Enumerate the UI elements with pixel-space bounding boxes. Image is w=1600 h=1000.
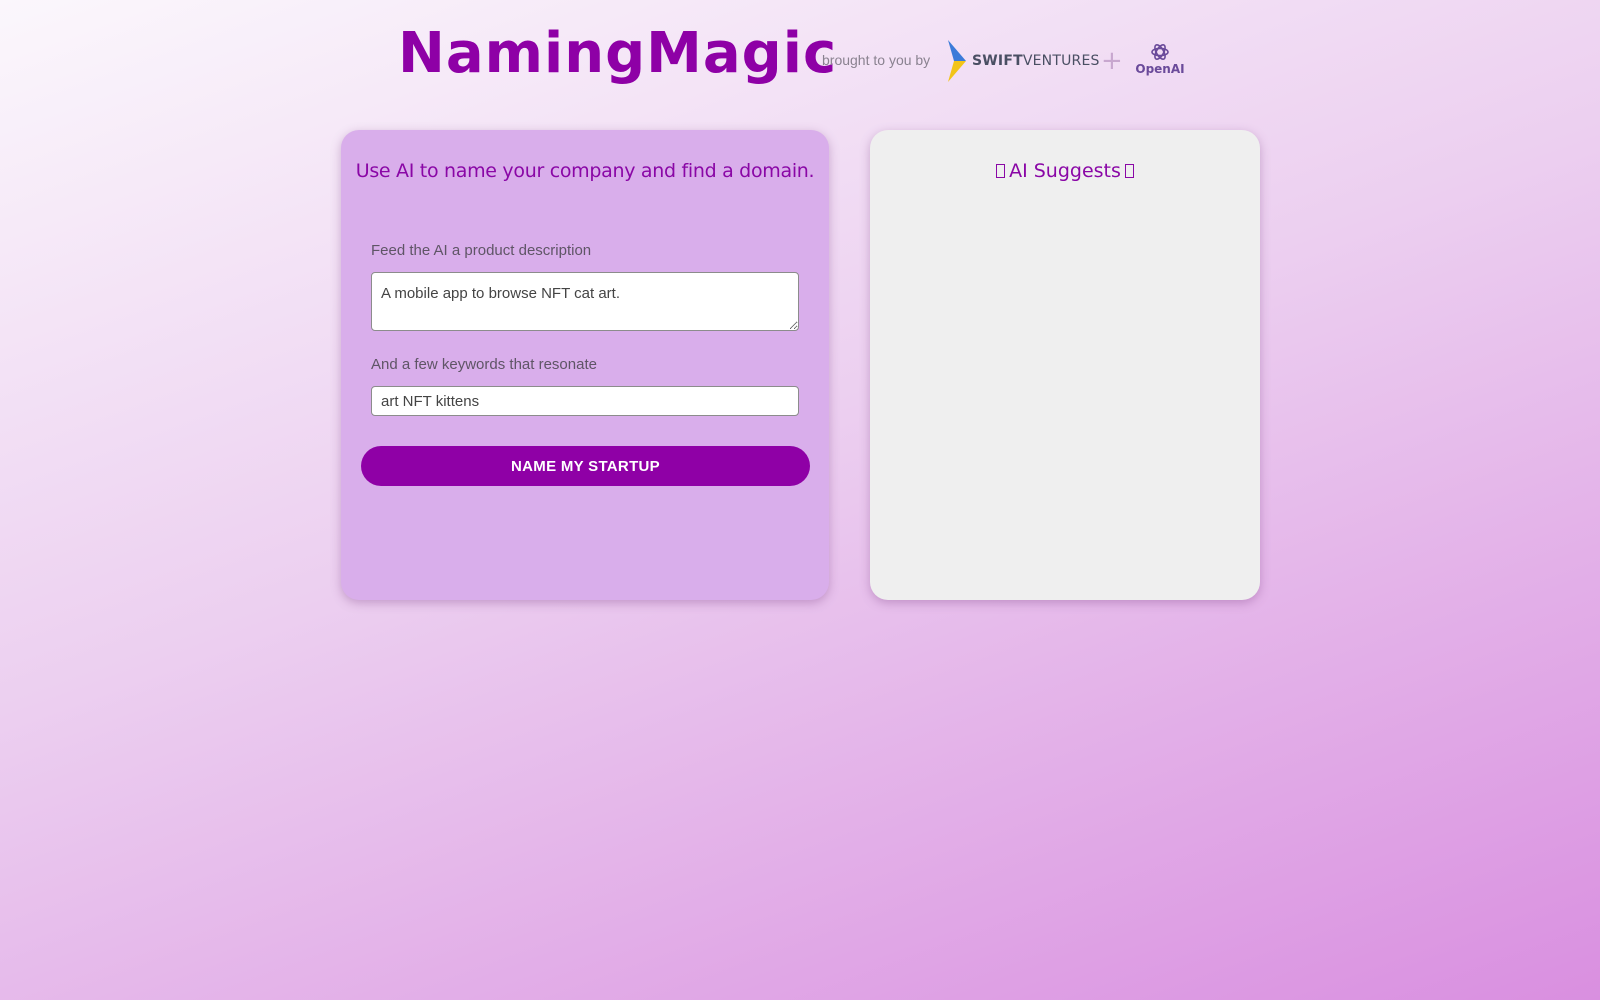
sparkle-icon bbox=[996, 164, 1006, 178]
sparkle-icon bbox=[1124, 164, 1134, 178]
app-logo[interactable]: NamingMagic bbox=[398, 18, 837, 90]
swift-ventures-logo[interactable]: SWIFTVENTURES bbox=[946, 40, 1100, 82]
name-my-startup-button[interactable]: NAME MY STARTUP bbox=[361, 446, 810, 486]
plus-separator: + bbox=[1101, 46, 1123, 76]
brought-by-text: brought to you by bbox=[822, 52, 931, 68]
header: NamingMagic brought to you by SWIFTVENTU… bbox=[0, 0, 1600, 110]
ai-suggestions-card: AI Suggests bbox=[870, 130, 1260, 600]
keywords-input[interactable] bbox=[371, 386, 799, 416]
results-heading-row: AI Suggests bbox=[870, 160, 1260, 182]
keywords-label: And a few keywords that resonate bbox=[371, 356, 597, 373]
form-heading: Use AI to name your company and find a d… bbox=[355, 160, 815, 182]
description-label: Feed the AI a product description bbox=[371, 242, 592, 259]
openai-text: OpenAI bbox=[1135, 62, 1185, 76]
swift-bold-text: SWIFT bbox=[972, 53, 1023, 69]
swift-ventures-logo-icon bbox=[948, 40, 966, 82]
openai-logo-icon bbox=[1151, 44, 1169, 60]
openai-logo[interactable]: OpenAI bbox=[1132, 42, 1188, 76]
startup-form-card: Use AI to name your company and find a d… bbox=[341, 130, 829, 600]
swift-light-text: VENTURES bbox=[1022, 53, 1100, 69]
description-input[interactable]: A mobile app to browse NFT cat art. bbox=[371, 272, 799, 331]
results-heading: AI Suggests bbox=[1009, 160, 1121, 182]
